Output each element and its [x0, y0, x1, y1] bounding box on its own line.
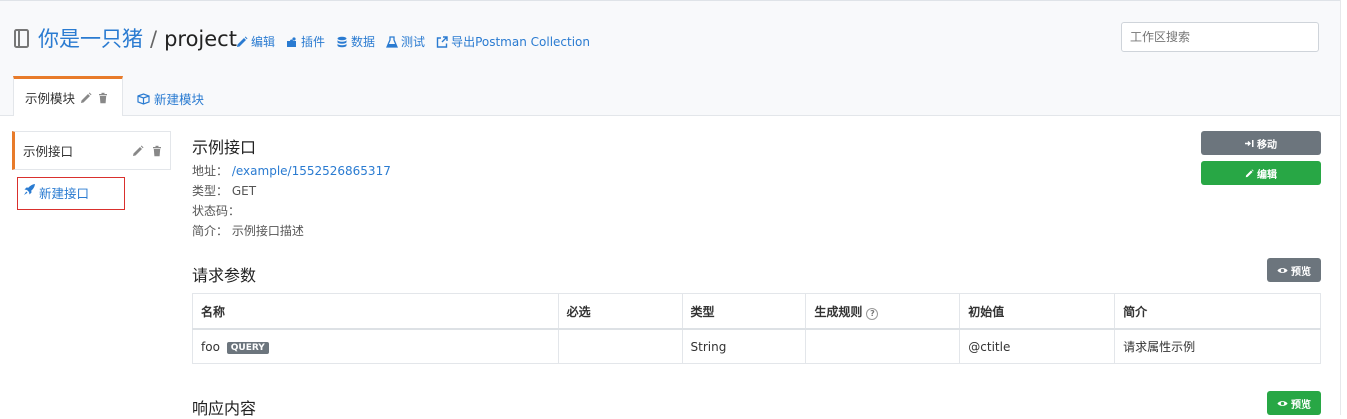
trash-icon[interactable]: [151, 145, 163, 157]
cell-type: String: [681, 328, 807, 364]
column-header-name: 名称: [192, 293, 559, 330]
request-preview-button[interactable]: 预览: [1267, 258, 1321, 282]
api-description: 简介： 示例接口描述: [192, 222, 304, 239]
column-header-initial: 初始值: [959, 293, 1116, 330]
api-address: 地址： /example/1552526865317: [192, 162, 391, 179]
pencil-icon: [237, 36, 248, 47]
project-actions: 编辑 插件 数据 测试 导出Postman Collection: [236, 33, 601, 50]
column-header-rule: 生成规则?: [805, 293, 961, 330]
tab-label: 示例模块: [25, 91, 76, 106]
edit-api-button[interactable]: 编辑: [1201, 161, 1321, 185]
cell-required: [557, 328, 683, 364]
column-header-required: 必选: [557, 293, 683, 330]
database-icon: [337, 36, 347, 47]
title-separator: /: [150, 27, 158, 51]
preview-label: 预览: [1291, 266, 1311, 278]
request-params-table: 名称 必选 类型 生成规则? 初始值 简介 foo QUERY String @…: [192, 293, 1321, 364]
move-button[interactable]: 移动: [1201, 131, 1321, 155]
cell-desc: 请求属性示例: [1114, 328, 1321, 364]
new-module-label: 新建模块: [154, 92, 205, 107]
scrollbar[interactable]: [1340, 0, 1347, 415]
external-link-icon: [436, 35, 448, 48]
preview-label: 预览: [1291, 399, 1311, 411]
new-module-link[interactable]: 新建模块: [137, 89, 204, 108]
help-icon[interactable]: ?: [866, 307, 879, 320]
data-link[interactable]: 数据: [336, 33, 375, 50]
column-header-desc: 简介: [1114, 293, 1321, 330]
request-params-title: 请求参数: [192, 266, 257, 285]
edit-project-link[interactable]: 编辑: [236, 33, 275, 50]
project-title: 你是一只猪 / project: [38, 23, 237, 55]
test-link[interactable]: 测试: [386, 33, 425, 50]
new-api-label: 新建接口: [39, 186, 90, 201]
action-label: 编辑: [251, 35, 276, 49]
cell-rule: [805, 328, 961, 364]
pencil-icon: [1245, 168, 1254, 177]
table-row: foo QUERY String @ctitle 请求属性示例: [192, 328, 1321, 364]
plugin-link[interactable]: 插件: [286, 33, 325, 50]
project-name: project: [164, 27, 237, 51]
cube-icon: [137, 92, 150, 105]
api-type: 类型： GET: [192, 182, 256, 199]
address-label: 地址：: [192, 164, 229, 178]
rule-header-label: 生成规则: [814, 304, 863, 319]
cell-initial: @ctitle: [959, 328, 1116, 364]
eye-icon: [1277, 267, 1288, 273]
flask-icon: [386, 35, 399, 48]
new-api-button[interactable]: 新建接口: [17, 177, 125, 210]
action-label: 数据: [351, 35, 376, 49]
desc-value: 示例接口描述: [231, 224, 304, 238]
table-header-row: 名称 必选 类型 生成规则? 初始值 简介: [192, 293, 1321, 330]
puzzle-icon: [287, 36, 297, 47]
api-title: 示例接口: [192, 138, 257, 157]
trash-icon[interactable]: [97, 92, 109, 104]
pencil-icon[interactable]: [132, 145, 144, 157]
query-badge: QUERY: [226, 341, 269, 354]
owner-link[interactable]: 你是一只猪: [38, 23, 143, 53]
response-title: 响应内容: [192, 399, 257, 418]
param-name: foo: [201, 339, 220, 354]
book-icon: [14, 29, 29, 48]
pencil-icon[interactable]: [80, 92, 92, 104]
desc-label: 简介：: [192, 224, 229, 238]
header: 你是一只猪 / project 编辑 插件 数据 测试 导出Postman Co…: [0, 1, 1340, 116]
export-postman-link[interactable]: 导出Postman Collection: [436, 33, 590, 50]
eye-icon: [1277, 400, 1288, 406]
rocket-icon: [24, 184, 35, 195]
tab-example-module[interactable]: 示例模块: [13, 76, 123, 116]
type-label: 类型：: [192, 184, 229, 198]
column-header-type: 类型: [681, 293, 807, 330]
api-status-code: 状态码：: [192, 202, 240, 219]
sidebar-item-label: 示例接口: [23, 144, 74, 159]
action-label: 导出Postman Collection: [451, 35, 590, 49]
sidebar-item-example-api[interactable]: 示例接口: [12, 131, 171, 170]
cell-name: foo QUERY: [192, 328, 559, 364]
action-label: 测试: [401, 35, 426, 49]
address-link[interactable]: /example/1552526865317: [232, 164, 391, 178]
type-value: GET: [231, 184, 257, 198]
sign-in-icon: [1245, 139, 1254, 147]
workspace-search-input[interactable]: [1121, 22, 1319, 52]
status-label: 状态码：: [192, 204, 241, 218]
edit-button-label: 编辑: [1257, 169, 1277, 181]
response-preview-button[interactable]: 预览: [1267, 391, 1321, 415]
move-button-label: 移动: [1257, 139, 1277, 151]
action-label: 插件: [301, 35, 326, 49]
